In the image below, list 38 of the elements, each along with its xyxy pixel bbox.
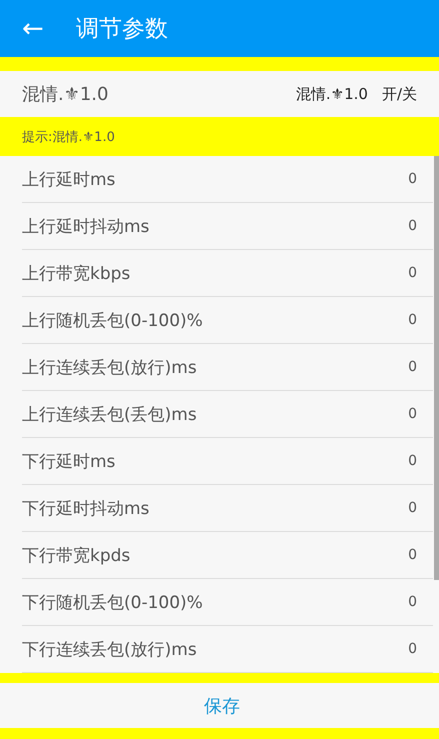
param-label: 下行延时ms <box>22 450 116 472</box>
param-value: 0 <box>408 453 417 469</box>
param-label: 下行随机丢包(0-100)% <box>22 592 204 614</box>
param-value: 0 <box>408 312 417 328</box>
param-label: 上行连续丢包(放行)ms <box>22 356 198 378</box>
param-value: 0 <box>408 500 417 516</box>
param-value: 0 <box>408 594 417 610</box>
toggle-button[interactable]: 开/关 <box>382 84 417 104</box>
page-title: 调节参数 <box>76 15 168 44</box>
scrollbar[interactable] <box>434 156 439 580</box>
param-value: 0 <box>408 547 417 563</box>
param-label: 上行随机丢包(0-100)% <box>22 310 204 332</box>
param-row[interactable]: 上行延时ms 0 <box>22 156 433 203</box>
param-row[interactable]: 下行延时抖动ms 0 <box>22 485 433 532</box>
param-value: 0 <box>408 265 417 281</box>
param-label: 下行连续丢包(放行)ms <box>22 638 198 660</box>
param-row[interactable]: 下行带宽kpds 0 <box>22 532 433 579</box>
param-row[interactable]: 上行连续丢包(丢包)ms 0 <box>22 391 433 438</box>
param-label: 上行延时抖动ms <box>22 216 150 238</box>
param-label: 下行延时抖动ms <box>22 498 150 520</box>
param-row[interactable]: 上行连续丢包(放行)ms 0 <box>22 344 433 391</box>
param-value: 0 <box>408 359 417 375</box>
param-row[interactable]: 上行延时抖动ms 0 <box>22 203 433 250</box>
param-value: 0 <box>408 171 417 187</box>
hint-text: 提示:混情.⚜1.0 <box>22 128 115 146</box>
mode-value: 混情.⚜1.0 <box>296 84 368 104</box>
param-value: 0 <box>408 641 417 657</box>
param-row[interactable]: 下行延时ms 0 <box>22 438 433 485</box>
param-row[interactable]: 上行带宽kbps 0 <box>22 250 433 297</box>
param-label: 上行延时ms <box>22 168 116 190</box>
param-row[interactable]: 下行随机丢包(0-100)% 0 <box>22 579 433 626</box>
mode-name: 混情.⚜1.0 <box>22 83 110 106</box>
param-label: 上行连续丢包(丢包)ms <box>22 404 198 426</box>
param-value: 0 <box>408 218 417 234</box>
param-label: 下行带宽kpds <box>22 544 132 566</box>
param-row[interactable]: 上行随机丢包(0-100)% 0 <box>22 297 433 344</box>
param-label: 上行带宽kbps <box>22 262 132 284</box>
param-value: 0 <box>408 406 417 422</box>
